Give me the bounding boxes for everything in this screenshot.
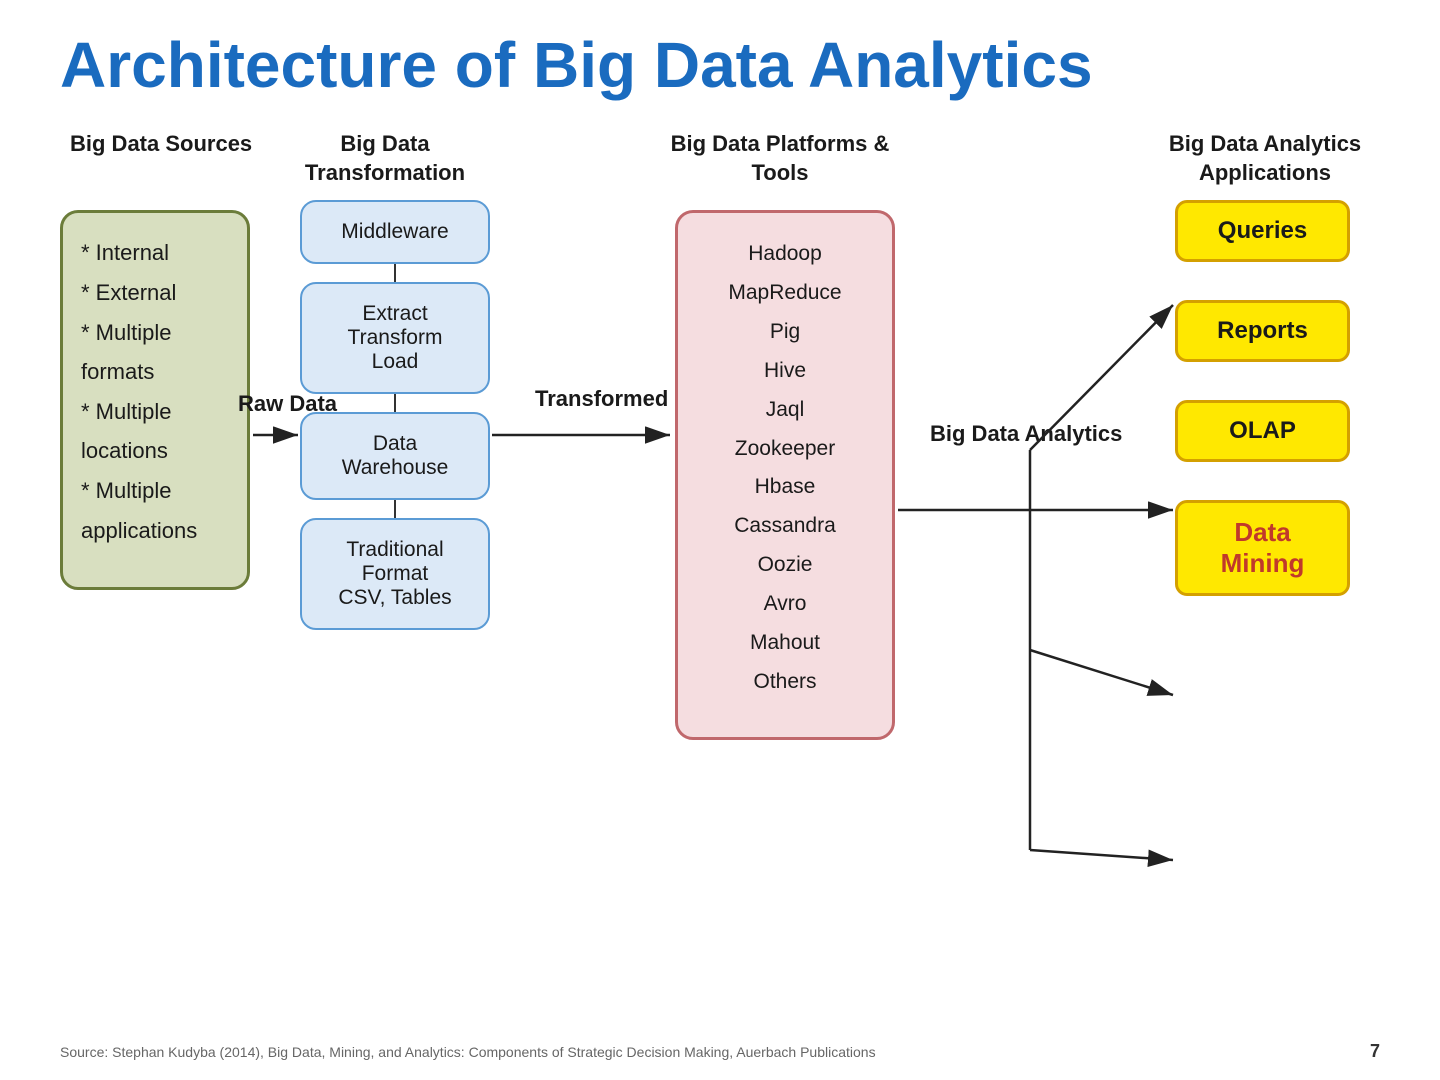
platform-mahout: Mahout <box>696 624 874 663</box>
header-apps: Big Data Analytics Applications <box>1160 130 1370 187</box>
data-mining-box: DataMining <box>1175 500 1350 596</box>
vert-line-3 <box>394 500 396 518</box>
header-sources: Big Data Sources <box>70 130 252 159</box>
platform-jaql: Jaql <box>696 391 874 430</box>
platform-others: Others <box>696 663 874 702</box>
platforms-box: Hadoop MapReduce Pig Hive Jaql Zookeeper… <box>675 210 895 740</box>
header-transform: Big Data Transformation <box>275 130 495 187</box>
platform-hbase: Hbase <box>696 468 874 507</box>
apps-column: Queries Reports OLAP DataMining <box>1175 200 1350 616</box>
source-multiple-locations: * Multiplelocations <box>81 392 229 471</box>
source-internal: * Internal <box>81 233 229 273</box>
olap-box: OLAP <box>1175 400 1350 462</box>
queries-box: Queries <box>1175 200 1350 262</box>
middleware-box: Middleware <box>300 200 490 264</box>
platform-mapreduce: MapReduce <box>696 274 874 313</box>
raw-data-label: Raw Data <box>238 390 337 419</box>
page-number: 7 <box>1370 1041 1380 1062</box>
platform-hive: Hive <box>696 352 874 391</box>
platform-avro: Avro <box>696 585 874 624</box>
header-platforms: Big Data Platforms & Tools <box>660 130 900 187</box>
footer: Source: Stephan Kudyba (2014), Big Data,… <box>60 1041 1380 1062</box>
platform-hadoop: Hadoop <box>696 235 874 274</box>
page-title: Architecture of Big Data Analytics <box>60 30 1380 100</box>
platforms-column: Hadoop MapReduce Pig Hive Jaql Zookeeper… <box>675 200 895 740</box>
source-multiple-formats: * Multipleformats <box>81 313 229 392</box>
platform-pig: Pig <box>696 313 874 352</box>
page: Architecture of Big Data Analytics Big D… <box>0 0 1440 1080</box>
reports-box: Reports <box>1175 300 1350 362</box>
vert-line-2 <box>394 394 396 412</box>
data-warehouse-box: DataWarehouse <box>300 412 490 500</box>
diagram: Big Data Sources Big Data Transformation… <box>60 130 1380 940</box>
platform-zookeeper: Zookeeper <box>696 430 874 469</box>
etl-box: ExtractTransformLoad <box>300 282 490 394</box>
platform-cassandra: Cassandra <box>696 507 874 546</box>
vert-line-1 <box>394 264 396 282</box>
source-external: * External <box>81 273 229 313</box>
sources-box: * Internal * External * Multipleformats … <box>60 210 250 590</box>
footer-source: Source: Stephan Kudyba (2014), Big Data,… <box>60 1044 876 1060</box>
platform-oozie: Oozie <box>696 546 874 585</box>
traditional-format-box: TraditionalFormatCSV, Tables <box>300 518 490 630</box>
source-multiple-applications: * Multipleapplications <box>81 471 229 550</box>
big-data-analytics-label: Big Data Analytics <box>930 420 1122 449</box>
sources-column: * Internal * External * Multipleformats … <box>60 200 250 590</box>
